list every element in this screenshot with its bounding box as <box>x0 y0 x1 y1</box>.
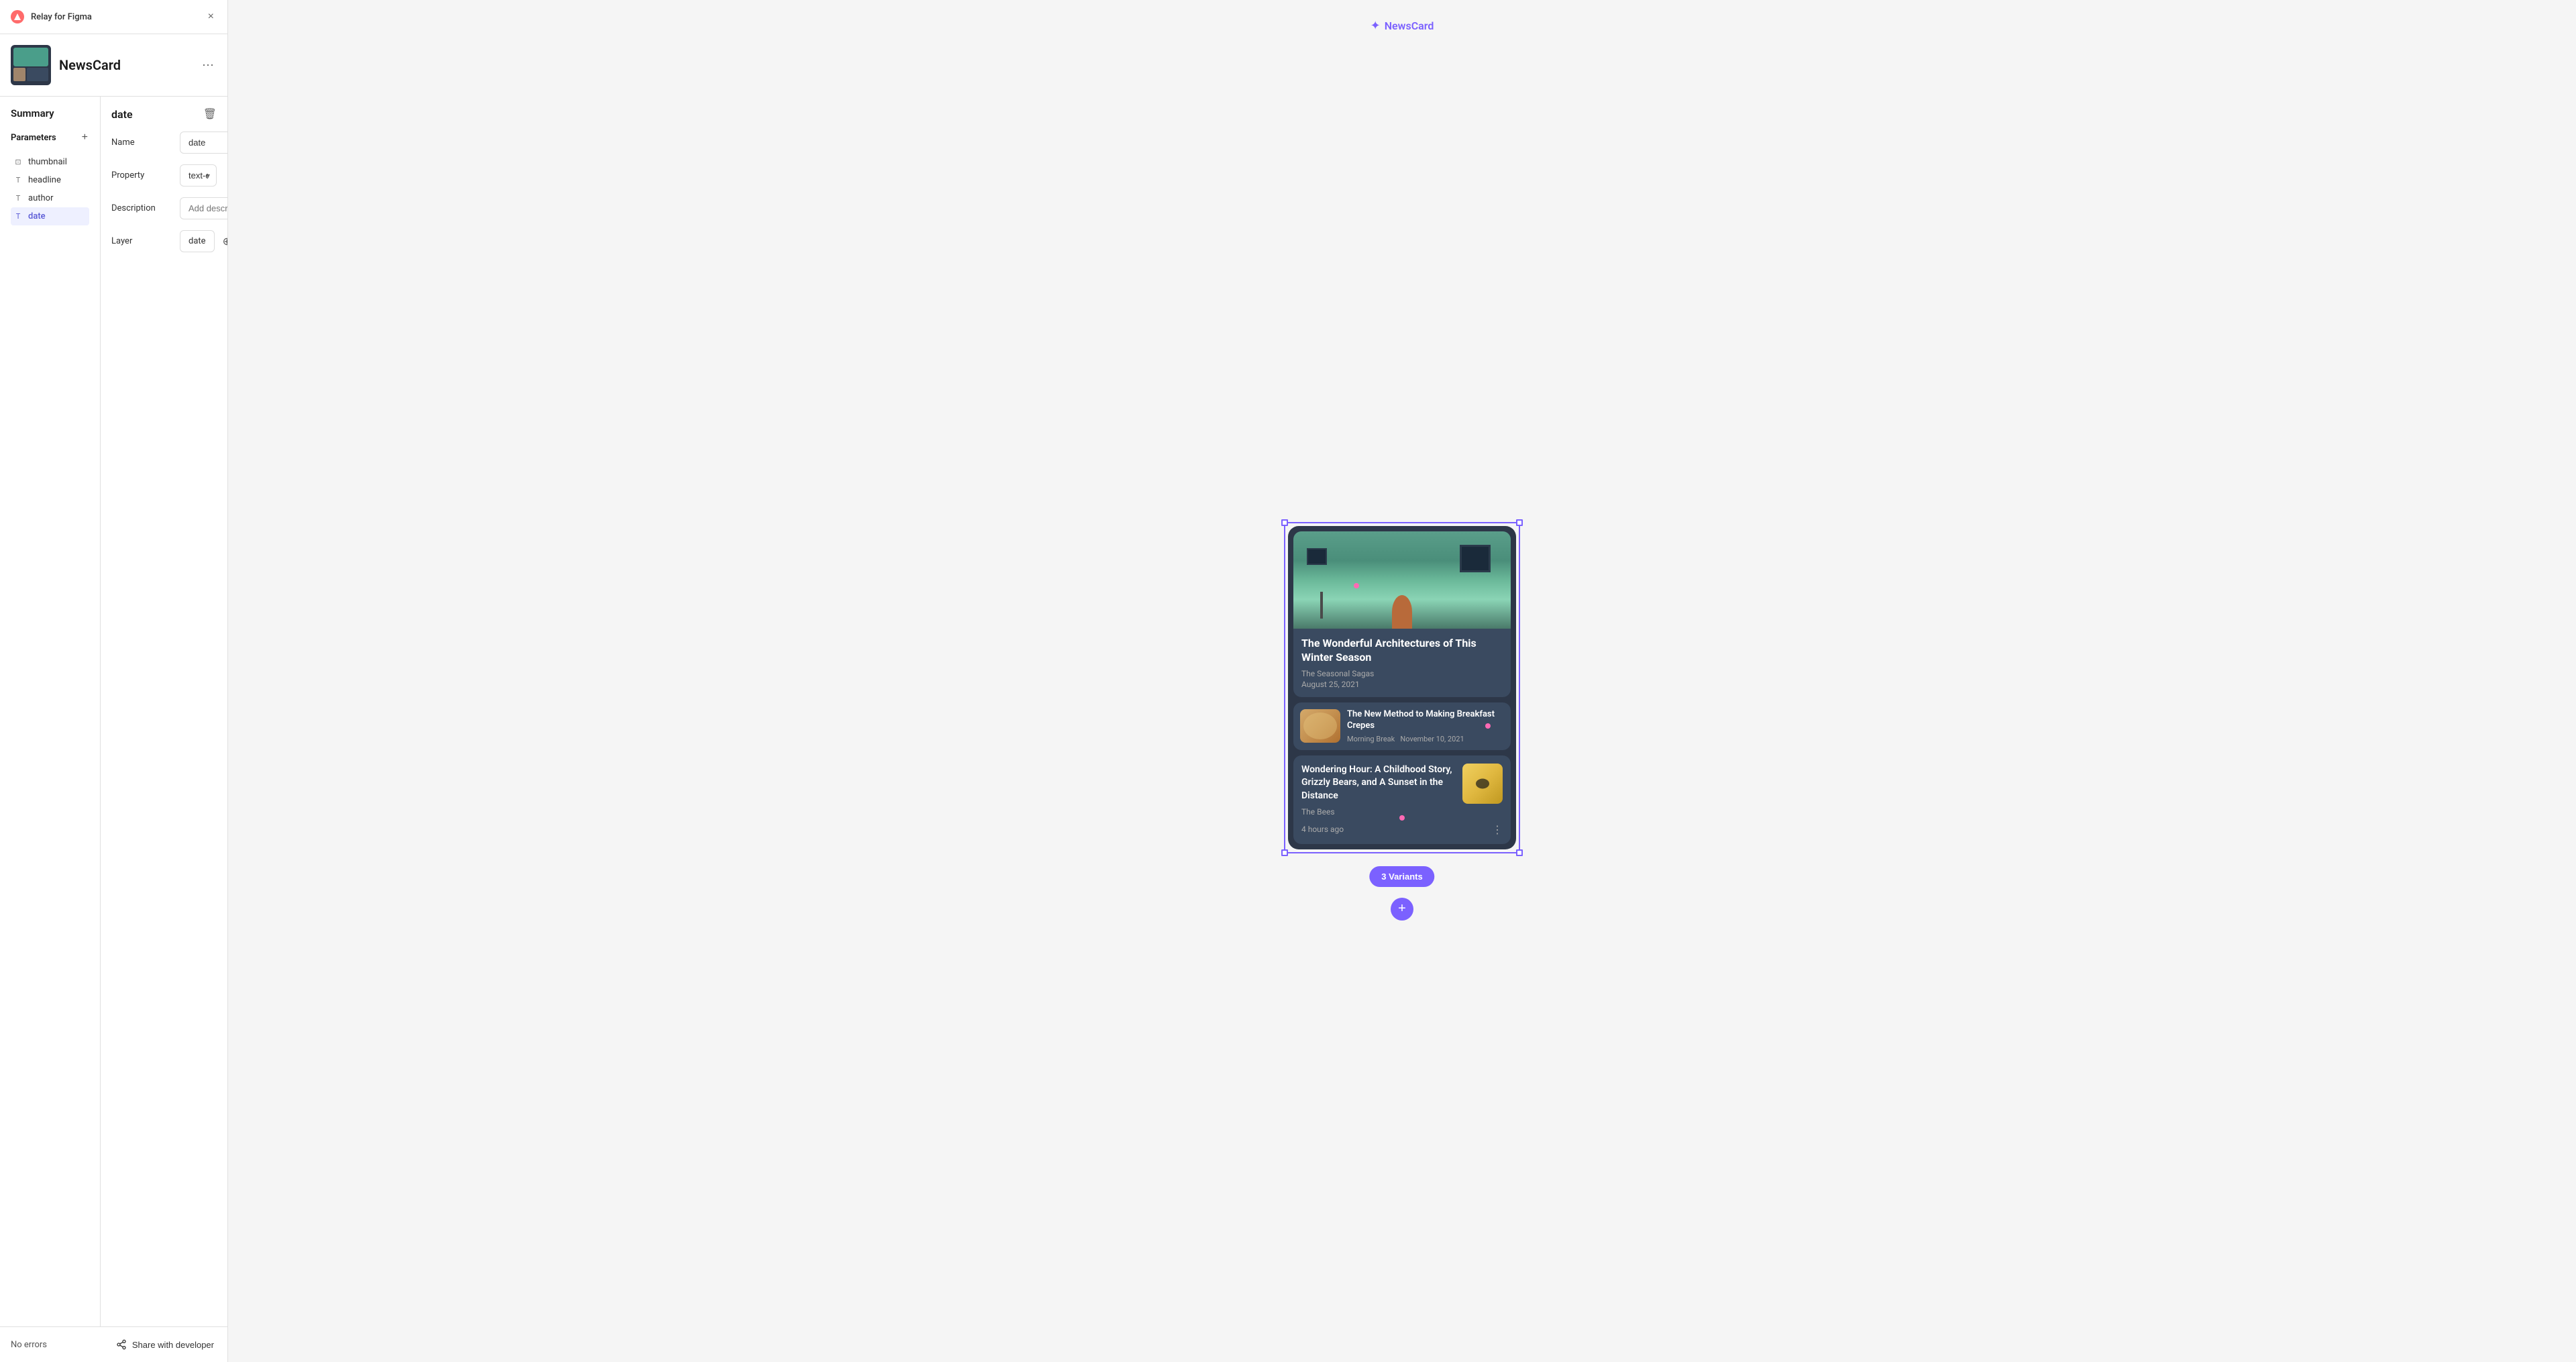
small-article-image <box>1300 709 1340 743</box>
param-item-author[interactable]: T author <box>11 189 89 207</box>
params-header: Parameters + <box>11 130 89 145</box>
pink-dot-featured <box>1354 583 1359 588</box>
long-article-time: 4 hours ago <box>1301 825 1344 834</box>
long-article-footer: 4 hours ago ⋮ <box>1301 823 1503 836</box>
handle-top-right[interactable] <box>1516 519 1523 526</box>
arch-window <box>1307 548 1327 565</box>
add-variant-button[interactable]: + <box>1391 898 1413 921</box>
text-icon-author: T <box>13 194 23 203</box>
param-name-thumbnail: thumbnail <box>28 157 67 167</box>
no-errors-label: No errors <box>11 1340 47 1350</box>
delete-button[interactable]: 🗑 <box>203 107 217 121</box>
share-with-developer-button[interactable]: Share with developer <box>113 1337 217 1353</box>
news-card: The Wonderful Architectures of This Wint… <box>1288 526 1516 849</box>
detail-title: date <box>111 108 133 121</box>
pink-dot-article2 <box>1399 815 1405 821</box>
component-thumbnail <box>11 45 51 85</box>
small-article-date: November 10, 2021 <box>1400 735 1464 743</box>
param-item-date[interactable]: T date <box>11 207 89 225</box>
description-label: Description <box>111 203 172 213</box>
name-label: Name <box>111 138 172 148</box>
canvas-area: ✦ NewsCard The Wonderful Architectu <box>228 0 2576 1362</box>
figma-component-icon: ✦ <box>1371 19 1381 33</box>
featured-content: The Wonderful Architectures of This Wint… <box>1293 629 1511 697</box>
layer-label: Layer <box>111 236 172 246</box>
param-name-author: author <box>28 193 53 203</box>
param-item-headline[interactable]: T headline <box>11 171 89 189</box>
param-item-thumbnail[interactable]: ⊡ thumbnail <box>11 153 89 171</box>
summary-tab: Summary Parameters + ⊡ thumbnail T headl… <box>0 97 101 1326</box>
featured-source: The Seasonal Sagas <box>1301 669 1503 678</box>
close-button[interactable]: × <box>205 8 217 25</box>
relay-logo <box>11 10 24 23</box>
long-article[interactable]: Wondering Hour: A Childhood Story, Grizz… <box>1293 755 1511 844</box>
property-select[interactable]: text-content visible src href <box>180 164 217 187</box>
more-options-icon[interactable]: ⋮ <box>1492 823 1503 836</box>
long-article-text: Wondering Hour: A Childhood Story, Grizz… <box>1301 764 1456 817</box>
thumb-bottom <box>13 68 48 81</box>
name-row: Name <box>111 132 217 154</box>
arch-lamp <box>1320 592 1323 619</box>
panel-header: Relay for Figma × <box>0 0 227 34</box>
property-row: Property text-content visible src href ▾ <box>111 164 217 187</box>
featured-image <box>1293 531 1511 629</box>
name-input[interactable] <box>180 132 227 154</box>
detail-header: date 🗑 <box>111 107 217 121</box>
left-panel: Relay for Figma × NewsCard ⋯ Summary Par… <box>0 0 228 1362</box>
text-icon-date: T <box>13 212 23 221</box>
selection-wrapper: The Wonderful Architectures of This Wint… <box>1284 522 1520 853</box>
share-icon <box>116 1339 127 1350</box>
share-label: Share with developer <box>132 1340 214 1350</box>
property-label: Property <box>111 170 172 180</box>
small-article-meta: Morning Break November 10, 2021 <box>1347 735 1504 743</box>
description-input[interactable] <box>180 197 227 219</box>
summary-section: Summary Parameters + ⊡ thumbnail T headl… <box>0 97 227 1326</box>
more-button[interactable]: ⋯ <box>199 56 217 75</box>
food-image <box>1300 709 1340 743</box>
long-article-image <box>1462 764 1503 804</box>
app-title: Relay for Figma <box>31 12 199 22</box>
thumb-inner <box>13 48 48 83</box>
long-article-title: Wondering Hour: A Childhood Story, Grizz… <box>1301 764 1456 803</box>
long-article-body: Wondering Hour: A Childhood Story, Grizz… <box>1301 764 1503 817</box>
component-canvas-label: NewsCard <box>1385 19 1434 32</box>
component-name: NewsCard <box>59 57 191 73</box>
layer-value: date <box>180 230 215 252</box>
variants-button[interactable]: 3 Variants <box>1369 866 1434 887</box>
small-article-title: The New Method to Making Breakfast Crepe… <box>1347 709 1504 732</box>
handle-bottom-right[interactable] <box>1516 849 1523 856</box>
handle-top-left[interactable] <box>1281 519 1288 526</box>
small-article-content: The New Method to Making Breakfast Crepe… <box>1347 709 1504 743</box>
property-select-wrapper: text-content visible src href ▾ <box>180 164 217 187</box>
layer-row: Layer date ⊕ <box>111 230 217 252</box>
selection-box: The Wonderful Architectures of This Wint… <box>1284 522 1520 853</box>
detail-panel: date 🗑 Name Property text-content visibl… <box>101 97 227 1326</box>
thumb-top <box>13 48 48 66</box>
thumb-bottom-text <box>27 68 48 81</box>
relay-logo-icon <box>14 13 21 20</box>
param-name-date: date <box>28 211 46 221</box>
thumb-bottom-img <box>13 68 25 81</box>
handle-bottom-left[interactable] <box>1281 849 1288 856</box>
featured-title: The Wonderful Architectures of This Wint… <box>1301 637 1503 665</box>
bottom-bar: No errors Share with developer <box>0 1326 227 1362</box>
bee-image <box>1462 764 1503 804</box>
description-row: Description <box>111 197 217 219</box>
target-icon[interactable]: ⊕ <box>223 235 227 248</box>
small-article-source: Morning Break <box>1347 735 1395 743</box>
summary-label: Summary <box>11 107 89 119</box>
component-header: NewsCard ⋯ <box>0 34 227 97</box>
featured-article[interactable]: The Wonderful Architectures of This Wint… <box>1293 531 1511 697</box>
component-label-container: ✦ NewsCard <box>1371 19 1434 33</box>
add-param-button[interactable]: + <box>80 130 89 145</box>
param-name-headline: headline <box>28 175 61 185</box>
text-icon-headline: T <box>13 176 23 185</box>
image-icon: ⊡ <box>13 158 23 166</box>
featured-date: August 25, 2021 <box>1301 680 1503 689</box>
small-article[interactable]: The New Method to Making Breakfast Crepe… <box>1293 702 1511 750</box>
params-label: Parameters <box>11 133 56 143</box>
long-article-source: The Bees <box>1301 807 1456 817</box>
